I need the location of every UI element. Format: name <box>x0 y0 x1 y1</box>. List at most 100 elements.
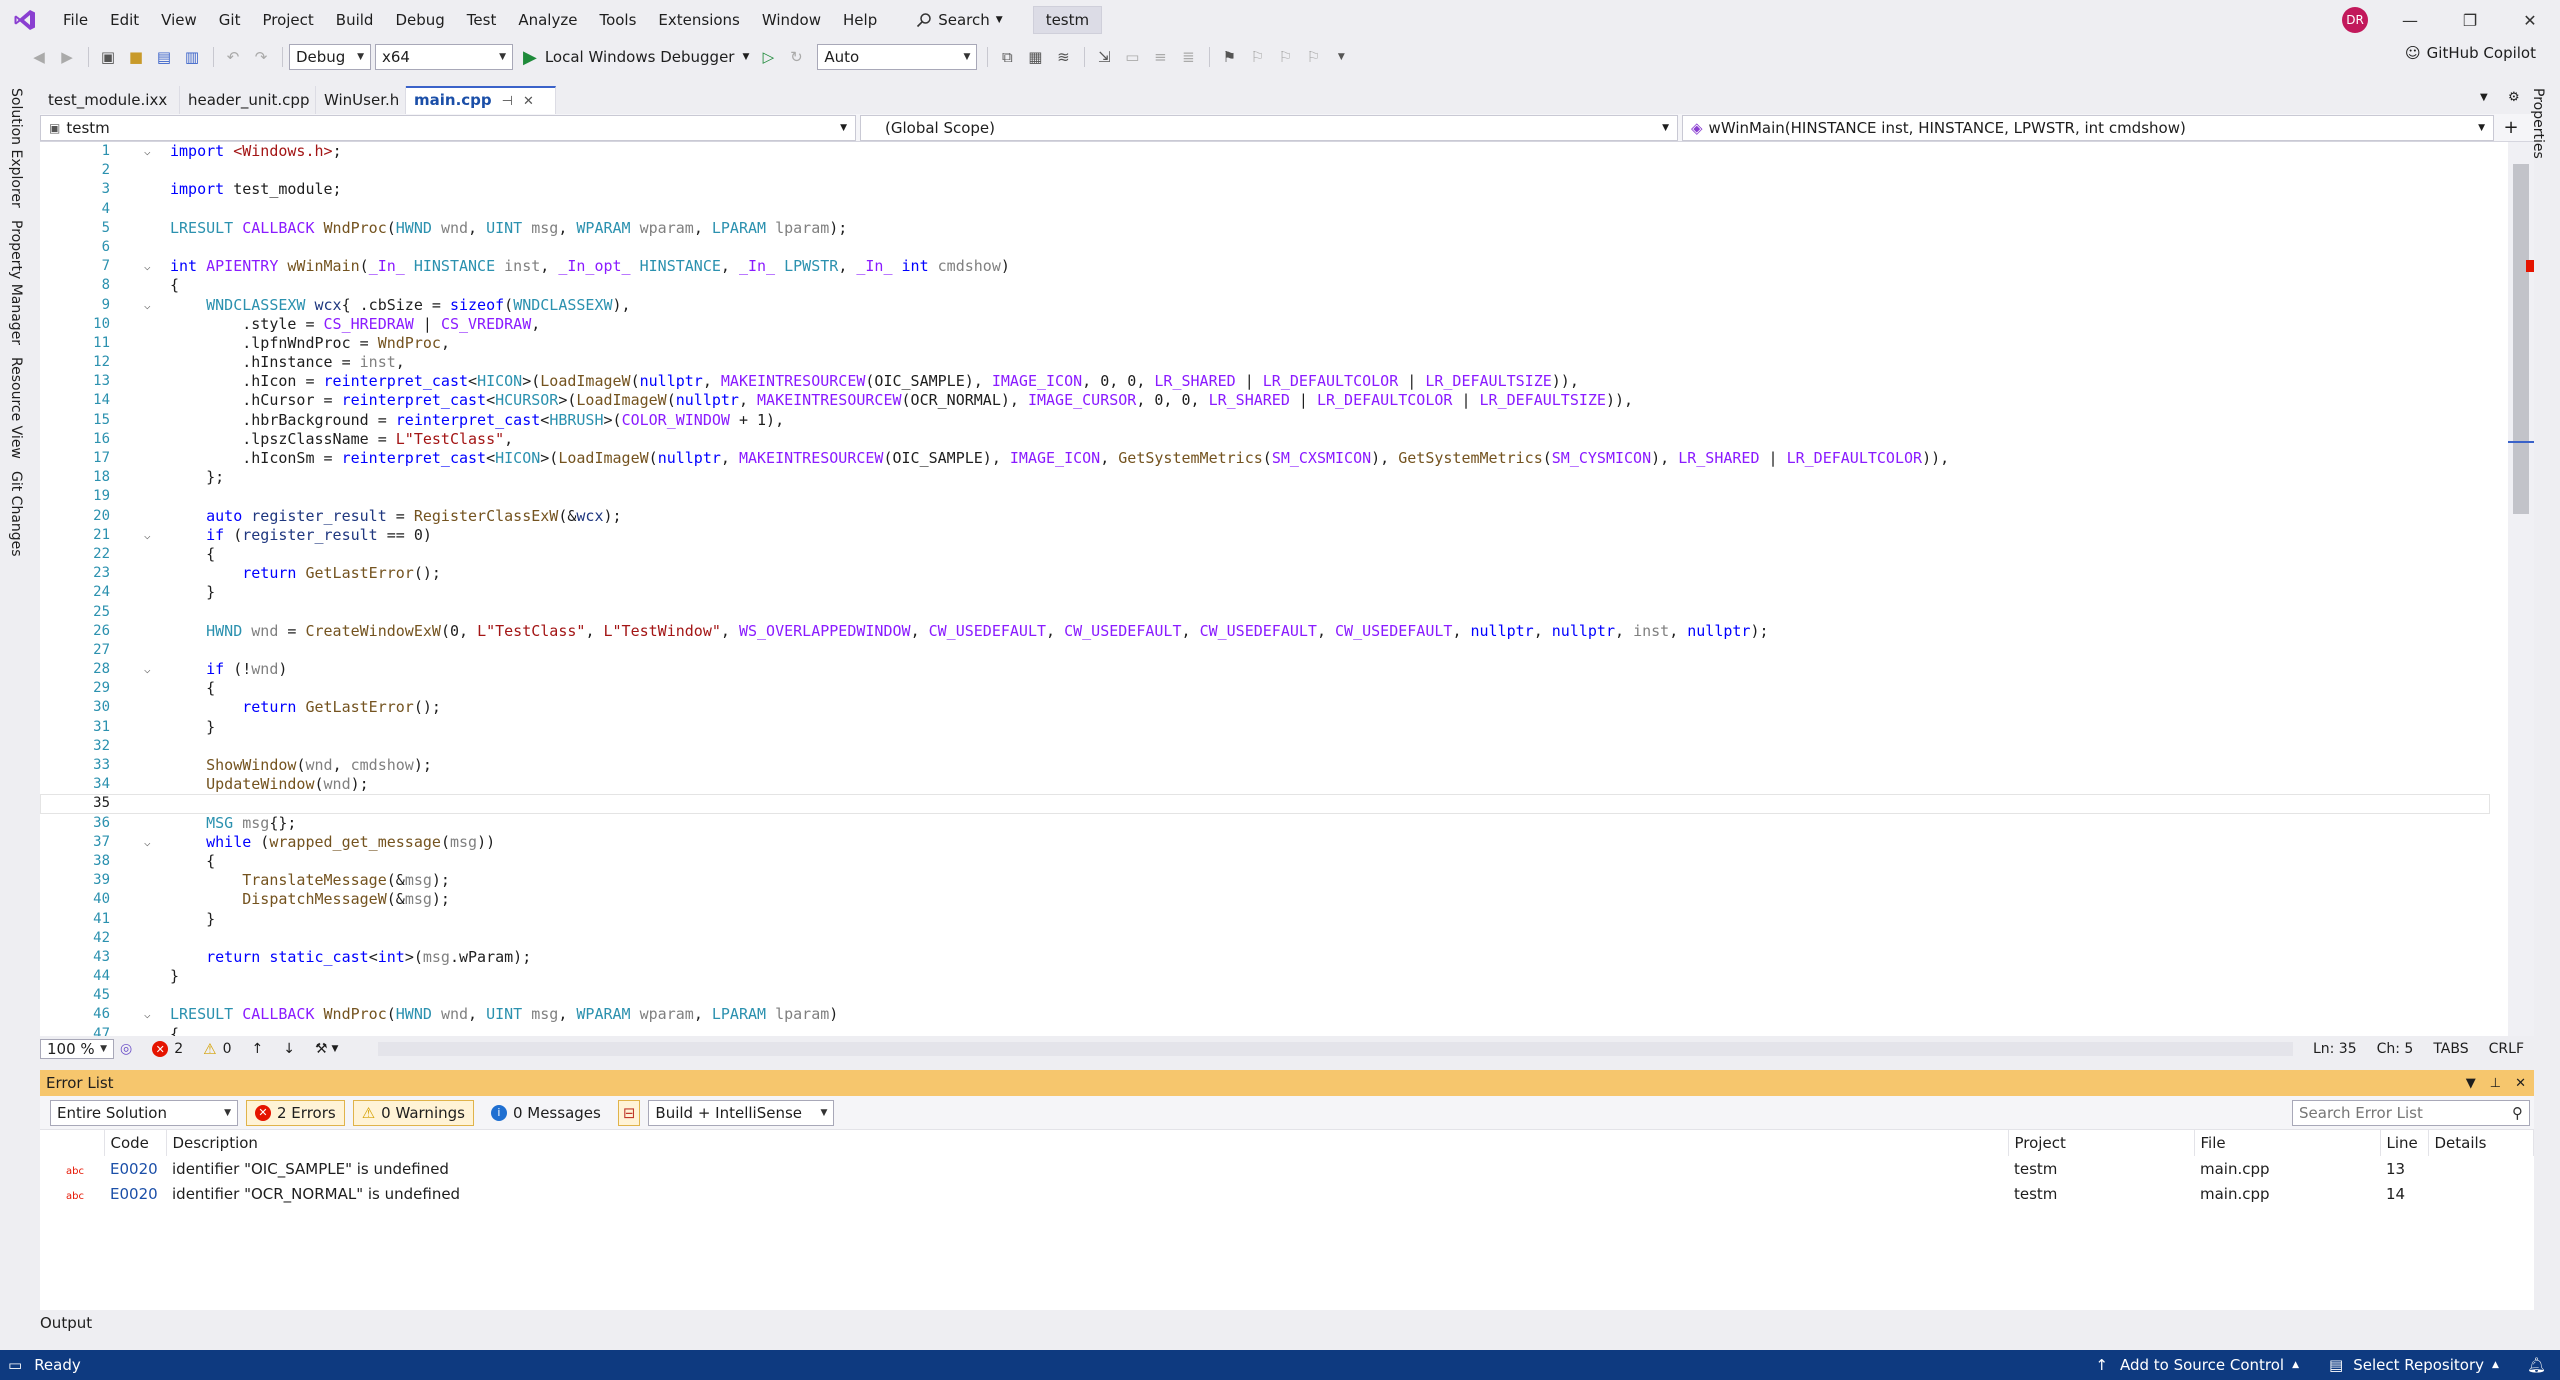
menu-build[interactable]: Build <box>325 0 385 40</box>
close-window-button[interactable]: ✕ <box>2500 0 2560 40</box>
code-line[interactable]: 23 return GetLastError(); <box>40 564 2490 583</box>
previous-issue-button[interactable]: ↑ <box>252 1041 264 1057</box>
warning-count[interactable]: ⚠ 0 <box>203 1040 231 1058</box>
code-line[interactable]: 31 } <box>40 718 2490 737</box>
solution-configuration-select[interactable]: Debug ▼ <box>289 44 371 70</box>
code-line[interactable]: 5 LRESULT CALLBACK WndProc(HWND wnd, UINT… <box>40 219 2490 238</box>
menu-view[interactable]: View <box>150 0 208 40</box>
tab-test_module-ixx[interactable]: test_module.ixx <box>40 86 180 114</box>
line-indicator[interactable]: Ln: 35 <box>2313 1041 2357 1057</box>
pin-tab-button[interactable]: ⊣ <box>502 94 513 109</box>
code-line[interactable]: 6 <box>40 238 2490 257</box>
code-line[interactable]: 12 .hInstance = inst, <box>40 353 2490 372</box>
minimize-button[interactable]: — <box>2380 0 2440 40</box>
code-line[interactable]: 38 { <box>40 852 2490 871</box>
error-row[interactable]: abc E0020 identifier "OIC_SAMPLE" is undef… <box>40 1156 2534 1181</box>
select-repository-button[interactable]: ▤ Select Repository ▲ <box>2329 1356 2499 1374</box>
comment-button[interactable]: ≡ <box>1147 44 1173 70</box>
zoom-select[interactable]: 100 % ▼ <box>40 1039 114 1059</box>
next-issue-button[interactable]: ↓ <box>283 1041 295 1057</box>
menu-analyze[interactable]: Analyze <box>507 0 588 40</box>
code-line[interactable]: 22 { <box>40 545 2490 564</box>
fold-toggle-icon[interactable]: ⌵ <box>144 660 151 679</box>
code-line[interactable]: 2 <box>40 161 2490 180</box>
pin-button[interactable]: ⊥ <box>2490 1076 2501 1091</box>
close-tab-button[interactable]: ✕ <box>523 94 534 109</box>
menu-git[interactable]: Git <box>208 0 252 40</box>
code-cleanup-button[interactable]: ⚒ ▼ <box>315 1041 338 1057</box>
menu-window[interactable]: Window <box>751 0 832 40</box>
code-line[interactable]: 26 HWND wnd = CreateWindowExW(0, L"TestC… <box>40 622 2490 641</box>
close-panel-button[interactable]: ✕ <box>2515 1076 2526 1091</box>
split-editor-button[interactable]: + <box>2498 114 2524 141</box>
fold-toggle-icon[interactable]: ⌵ <box>144 1005 151 1024</box>
code-line[interactable]: 1 ⌵ import <Windows.h>; <box>40 142 2490 161</box>
notifications-button[interactable]: 🔔︎ <box>2527 1356 2546 1374</box>
code-line[interactable]: 21 ⌵ if (register_result == 0) <box>40 526 2490 545</box>
line-ending-indicator[interactable]: CRLF <box>2489 1041 2524 1057</box>
code-line[interactable]: 18 }; <box>40 468 2490 487</box>
member-dropdown[interactable]: ◈ wWinMain(HINSTANCE inst, HINSTANCE, LPW… <box>1682 115 2494 141</box>
column-indicator[interactable]: Ch: 5 <box>2377 1041 2414 1057</box>
column-header-project[interactable]: Project <box>2008 1130 2195 1156</box>
undo-button[interactable]: ↶ <box>220 44 246 70</box>
messages-filter-toggle[interactable]: i 0 Messages <box>482 1100 610 1126</box>
start-debugging-button[interactable]: ▶ Local Windows Debugger ▼ <box>523 47 749 68</box>
previous-bookmark-button[interactable]: ⚐ <box>1244 44 1270 70</box>
rail-tab-git-changes[interactable]: Git Changes <box>8 465 24 563</box>
code-line[interactable]: 45 <box>40 986 2490 1005</box>
start-without-debugging-button[interactable]: ▷ <box>755 44 781 70</box>
warnings-filter-toggle[interactable]: ⚠ 0 Warnings <box>352 1099 474 1126</box>
rail-tab-resource-view[interactable]: Resource View <box>8 351 24 465</box>
rail-tab-property-manager[interactable]: Property Manager <box>8 214 24 351</box>
error-source-select[interactable]: Build + IntelliSense ▼ <box>648 1099 835 1126</box>
output-tab[interactable]: Output <box>40 1314 92 1332</box>
scope-dropdown[interactable]: (Global Scope) ▼ <box>860 115 1678 141</box>
code-line[interactable]: 15 .hbrBackground = reinterpret_cast<HBR… <box>40 411 2490 430</box>
code-line[interactable]: 27 <box>40 641 2490 660</box>
menu-test[interactable]: Test <box>456 0 508 40</box>
step-button[interactable]: ⇲ <box>1091 44 1117 70</box>
errors-filter-toggle[interactable]: ✕ 2 Errors <box>246 1099 345 1126</box>
menu-project[interactable]: Project <box>251 0 324 40</box>
maximize-button[interactable]: ❐ <box>2440 0 2500 40</box>
code-line[interactable]: 16 .lpszClassName = L"TestClass", <box>40 430 2490 449</box>
code-line[interactable]: 32 <box>40 737 2490 756</box>
code-line[interactable]: 44} <box>40 967 2490 986</box>
fold-toggle-icon[interactable]: ⌵ <box>144 142 151 161</box>
clear-bookmarks-button[interactable]: ⚐ <box>1300 44 1326 70</box>
error-code-link[interactable]: E0020 <box>104 1181 166 1206</box>
fold-toggle-icon[interactable]: ⌵ <box>144 296 151 315</box>
uncomment-button[interactable]: ≣ <box>1175 44 1201 70</box>
vertical-scrollbar[interactable] <box>2508 142 2534 1036</box>
account-avatar[interactable]: DR <box>2342 7 2368 33</box>
code-line[interactable]: 41 } <box>40 910 2490 929</box>
column-header-code[interactable]: Code <box>104 1130 167 1156</box>
bookmark-button[interactable]: ⚑ <box>1216 44 1242 70</box>
tab-header_unit-cpp[interactable]: header_unit.cpp <box>180 86 316 114</box>
next-bookmark-button[interactable]: ⚐ <box>1272 44 1298 70</box>
menu-edit[interactable]: Edit <box>99 0 150 40</box>
code-line[interactable]: 3 import test_module; <box>40 180 2490 199</box>
code-line[interactable]: 30 return GetLastError(); <box>40 698 2490 717</box>
fold-toggle-icon[interactable]: ⌵ <box>144 257 151 276</box>
add-to-source-control-button[interactable]: ↑ Add to Source Control ▲ <box>2095 1356 2299 1374</box>
menu-debug[interactable]: Debug <box>384 0 455 40</box>
code-line[interactable]: 10 .style = CS_HREDRAW | CS_VREDRAW, <box>40 315 2490 334</box>
fold-toggle-icon[interactable]: ⌵ <box>144 526 151 545</box>
code-line[interactable]: 11 .lpfnWndProc = WndProc, <box>40 334 2490 353</box>
code-line[interactable]: 20 auto register_result = RegisterClassE… <box>40 507 2490 526</box>
code-line[interactable]: 33 ShowWindow(wnd, cmdshow); <box>40 756 2490 775</box>
format-button[interactable]: ≋ <box>1050 44 1076 70</box>
scrollbar-thumb[interactable] <box>2513 164 2529 514</box>
code-line[interactable]: 28 ⌵ if (!wnd) <box>40 660 2490 679</box>
column-header-details[interactable]: Details <box>2428 1130 2534 1156</box>
github-copilot-button[interactable]: ☺ GitHub Copilot <box>2405 44 2536 62</box>
error-code-link[interactable]: E0020 <box>104 1156 166 1181</box>
open-file-button[interactable]: ■ <box>123 44 149 70</box>
menu-file[interactable]: File <box>52 0 99 40</box>
code-line[interactable]: 40 DispatchMessageW(&msg); <box>40 890 2490 909</box>
fold-toggle-icon[interactable]: ⌵ <box>144 833 151 852</box>
debug-target-select[interactable]: Auto ▼ <box>817 44 978 70</box>
solution-explorer-button[interactable]: ⧉ <box>994 44 1020 70</box>
